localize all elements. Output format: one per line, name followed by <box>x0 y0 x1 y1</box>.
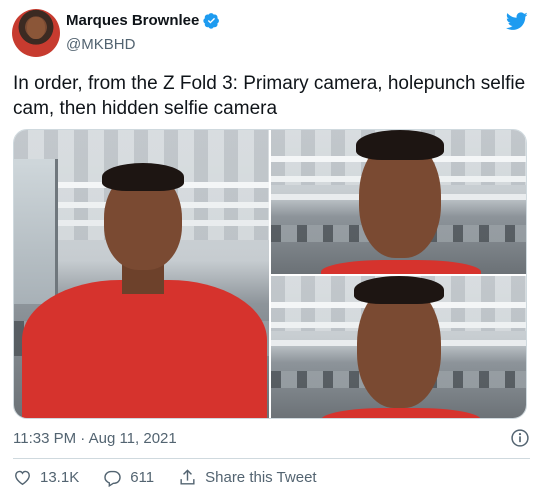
photo-hair <box>356 130 444 160</box>
photo-shirt <box>321 408 481 418</box>
avatar-face <box>27 17 45 39</box>
author-handle[interactable]: @MKBHD <box>66 36 135 53</box>
reply-icon <box>104 470 121 487</box>
like-button[interactable]: 13.1K <box>13 468 79 487</box>
avatar[interactable] <box>12 9 60 57</box>
photo-hidden-selfie[interactable] <box>271 276 526 418</box>
like-count: 13.1K <box>40 469 80 486</box>
twitter-bird-icon[interactable] <box>505 10 529 32</box>
reply-count: 611 <box>130 469 155 486</box>
photo-holepunch-selfie[interactable] <box>271 130 526 274</box>
tweet-card: Marques Brownlee @MKBHD In order, from t… <box>0 0 543 497</box>
share-label: Share this Tweet <box>205 469 317 486</box>
photo-shirt <box>22 280 267 418</box>
info-icon[interactable] <box>510 428 530 448</box>
verified-badge-icon <box>203 13 220 29</box>
photo-primary-camera[interactable] <box>14 130 269 418</box>
share-button[interactable]: Share this Tweet <box>178 468 317 487</box>
heart-icon <box>15 470 30 486</box>
tweet-timestamp[interactable]: 11:33 PM · Aug 11, 2021 <box>13 430 177 447</box>
tweet-text: In order, from the Z Fold 3: Primary cam… <box>13 73 526 119</box>
author-name-row: Marques Brownlee <box>66 12 220 29</box>
share-icon <box>180 469 195 485</box>
reply-button[interactable]: 611 <box>103 468 154 487</box>
author-name[interactable]: Marques Brownlee <box>66 12 199 29</box>
photo-hair <box>102 163 184 191</box>
tweet-media-grid <box>13 129 527 419</box>
photo-window <box>14 159 58 304</box>
tweet-actions: 13.1K 611 Share this Tweet <box>13 468 341 487</box>
photo-shirt <box>321 260 481 274</box>
divider <box>13 458 530 459</box>
photo-hair <box>354 276 444 304</box>
